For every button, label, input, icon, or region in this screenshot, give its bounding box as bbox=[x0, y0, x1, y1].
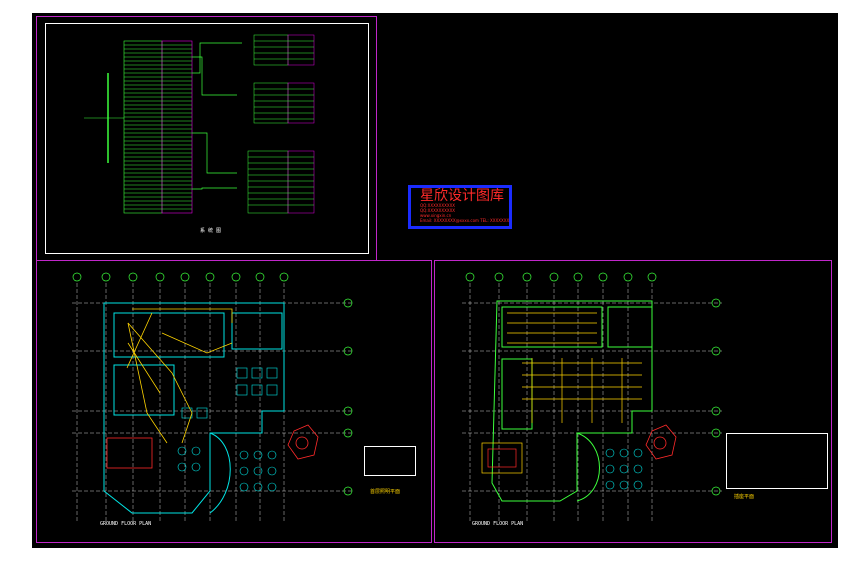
sub-panel-2 bbox=[253, 82, 315, 124]
sub-panel-3 bbox=[247, 150, 315, 214]
right-plan-title: 插座平面 bbox=[734, 494, 755, 500]
feeder-lines bbox=[192, 42, 242, 190]
sub-panel-1 bbox=[253, 34, 315, 66]
left-stair bbox=[287, 424, 319, 460]
designer-stamp: 星欣设计图库 QQ:XXXXXXXXXX QQ:XXXXXXXXXX www.x… bbox=[408, 185, 512, 229]
left-building-outline bbox=[103, 302, 285, 514]
right-stair bbox=[645, 424, 677, 460]
right-grid-bubbles bbox=[465, 272, 721, 496]
left-wiring bbox=[106, 308, 233, 469]
stamp-line-4: Email: XXXXXXXX@xxxx.com TEL: XXXXXXXXX bbox=[420, 218, 512, 223]
right-furniture bbox=[605, 448, 643, 490]
left-plan-title: 首层照明平面 bbox=[370, 489, 401, 495]
right-wiring bbox=[481, 312, 642, 474]
main-panel-rows bbox=[124, 44, 192, 210]
main-panel-schedule bbox=[84, 40, 193, 214]
schematic-caption: 系 统 图 bbox=[200, 228, 222, 234]
left-legend-table bbox=[364, 446, 416, 476]
right-legend-table bbox=[726, 433, 828, 489]
stamp-title: 星欣设计图库 bbox=[420, 188, 504, 204]
cad-linework bbox=[72, 34, 722, 523]
right-plan-caption: GROUND FLOOR PLAN bbox=[472, 521, 524, 527]
cad-drawing-canvas[interactable]: 星欣设计图库 QQ:XXXXXXXXXX QQ:XXXXXXXXXX www.x… bbox=[32, 13, 838, 548]
left-plan-caption: GROUND FLOOR PLAN bbox=[100, 521, 152, 527]
left-grid-bubbles bbox=[72, 272, 353, 496]
